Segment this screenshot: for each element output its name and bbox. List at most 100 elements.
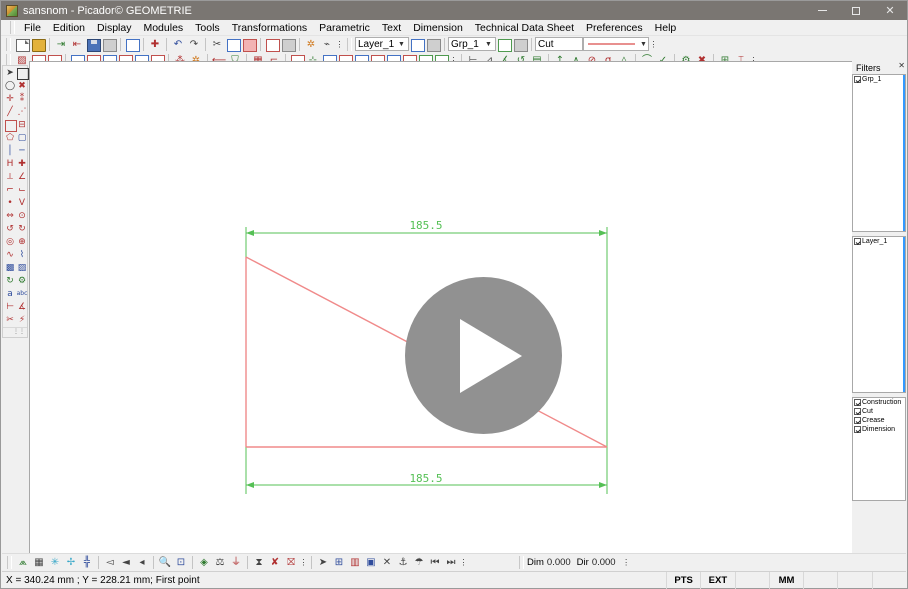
snap-midpoint-button[interactable]: ✳ (47, 555, 63, 570)
view-flip-button[interactable]: ⏚ (228, 555, 244, 570)
bottom-overflow-2[interactable]: ⋮ (459, 555, 468, 570)
menu-preferences[interactable]: Preferences (580, 20, 649, 36)
pick-point-button[interactable]: ◅ (102, 555, 118, 570)
menu-technical-data-sheet[interactable]: Technical Data Sheet (469, 20, 580, 36)
toolbar-overflow-1[interactable]: ⋮ (335, 37, 344, 52)
tool-line-2pt[interactable]: ╱ (4, 106, 16, 118)
tool-lasso[interactable]: ◯ (4, 80, 16, 92)
list-item[interactable]: Construction (853, 398, 905, 407)
tool-delete-selection[interactable]: ✖ (16, 80, 28, 92)
menu-display[interactable]: Display (91, 20, 137, 36)
bottom-overflow-1[interactable]: ⋮ (299, 555, 308, 570)
tool-perpendicular[interactable]: ⟂ (4, 171, 16, 183)
status-mm[interactable]: MM (768, 571, 803, 589)
layer-checkbox[interactable] (854, 238, 861, 245)
tool-rectangle-center[interactable]: ⊟ (16, 119, 28, 131)
close-icon[interactable]: ✕ (898, 61, 905, 70)
snap-grid-button[interactable]: ▦ (31, 555, 47, 570)
snap-perpendicular-button[interactable]: ╬ (79, 555, 95, 570)
toolbar-overflow-2[interactable]: ⋮ (649, 37, 658, 52)
view-scale-button[interactable]: ⚖ (212, 555, 228, 570)
dir-field[interactable]: Dir 0.000 (577, 557, 616, 568)
menu-text[interactable]: Text (376, 20, 407, 36)
status-pts[interactable]: PTS (666, 571, 700, 589)
paste-button[interactable] (241, 37, 257, 52)
menu-grip[interactable] (10, 21, 15, 34)
list-item[interactable]: Crease (853, 416, 905, 425)
tool-polygon[interactable]: ⬠ (4, 132, 16, 144)
tool-horizontal-line[interactable]: ─ (16, 145, 28, 157)
tool-symmetry[interactable]: ⇔ (4, 210, 16, 222)
copy-button[interactable] (225, 37, 241, 52)
layer-combo[interactable]: Layer_1 ▼ (355, 37, 409, 51)
bottom-grip-2[interactable] (519, 555, 524, 569)
layers-scrollbar[interactable] (903, 237, 905, 392)
panel-toggle-button[interactable]: ⊞ (331, 555, 347, 570)
status-ext[interactable]: EXT (700, 571, 734, 589)
group-combo[interactable]: Grp_1 ▼ (448, 37, 496, 51)
close-view-button[interactable]: ✕ (379, 555, 395, 570)
properties-button[interactable]: ✲ (303, 37, 319, 52)
snap-endpoint-button[interactable]: ⩕ (15, 555, 31, 570)
menu-tools[interactable]: Tools (189, 20, 226, 36)
menu-parametric[interactable]: Parametric (313, 20, 376, 36)
add-point-button[interactable]: ✚ (147, 37, 163, 52)
zoom-window-button[interactable]: 🔍 (157, 555, 173, 570)
dim-field[interactable]: Dim 0.000 (527, 557, 571, 568)
layers-list[interactable]: Layer_1 (852, 236, 906, 393)
tool-center-point[interactable]: • (4, 197, 16, 209)
tool-arc-3pt[interactable]: ↺ (4, 223, 16, 235)
undo-button[interactable]: ↶ (170, 37, 186, 52)
status-blank-2[interactable] (803, 571, 837, 589)
menu-file[interactable]: File (18, 20, 47, 36)
tool-rotate-copy[interactable]: ↻ (4, 275, 16, 287)
drawing-canvas[interactable]: 185.5 185.5 (29, 61, 853, 559)
tool-corner[interactable]: ⌐ (4, 184, 16, 196)
tool-h-construction[interactable]: H (4, 158, 16, 170)
open-folder-button[interactable] (30, 37, 46, 52)
tool-vertical-line[interactable]: │ (4, 145, 16, 157)
linetype-combo[interactable]: Cut (535, 37, 583, 51)
hourglass-button[interactable]: ⧗ (251, 555, 267, 570)
pick-entity-button[interactable]: ◄ (118, 555, 134, 570)
tool-select[interactable]: ➤ (4, 67, 16, 79)
tool-angle-line[interactable]: ⌙ (16, 184, 28, 196)
tool-v-shape[interactable]: V (16, 197, 28, 209)
tool-text-abc[interactable]: abc (16, 288, 28, 300)
status-blank-3[interactable] (837, 571, 871, 589)
tool-circle-2pt[interactable]: ◎ (4, 236, 16, 248)
cursor-arrow-button[interactable]: ➤ (315, 555, 331, 570)
cut-checkbox[interactable] (854, 408, 861, 415)
close-button[interactable]: ✕ (873, 1, 907, 20)
measure-button[interactable]: ⌁ (319, 37, 335, 52)
list-item[interactable]: Dimension (853, 425, 905, 434)
tool-trim-extend[interactable]: ⚡ (16, 314, 28, 326)
minimize-button[interactable] (805, 1, 839, 20)
toolbar-grip-2[interactable] (347, 37, 352, 51)
snap-intersection-button[interactable]: ✢ (63, 555, 79, 570)
toolbar-grip-1[interactable] (6, 37, 11, 51)
tool-circle-center[interactable]: ⊙ (16, 210, 28, 222)
anchor-button[interactable]: ⚓ (395, 555, 411, 570)
tool-text[interactable]: a (4, 288, 16, 300)
zoom-preview-button[interactable] (264, 37, 280, 52)
tool-dimension-angular[interactable]: ∡ (16, 301, 28, 313)
print-button[interactable] (124, 37, 140, 52)
tool-arc-tangent[interactable]: ↻ (16, 223, 28, 235)
tool-dimension-linear[interactable]: ⊢ (4, 301, 16, 313)
view-shade-button[interactable]: ◈ (196, 555, 212, 570)
tool-cross[interactable]: ✚ (16, 158, 28, 170)
maximize-button[interactable] (839, 1, 873, 20)
tool-rectangle[interactable] (4, 119, 17, 132)
group-checkbox[interactable] (854, 76, 861, 83)
prev-step-button[interactable]: ⏮ (427, 555, 443, 570)
tool-bezier[interactable]: ⌇ (16, 249, 28, 261)
list-item[interactable]: Cut (853, 407, 905, 416)
layer-manager-button[interactable] (409, 37, 425, 52)
layer-delete-button[interactable] (425, 37, 441, 52)
next-step-button[interactable]: ⏭ (443, 555, 459, 570)
cancel-operation-button[interactable]: ✘ (267, 555, 283, 570)
status-resize-grip[interactable] (871, 571, 906, 589)
menu-modules[interactable]: Modules (137, 20, 189, 36)
status-blank-1[interactable] (734, 571, 769, 589)
